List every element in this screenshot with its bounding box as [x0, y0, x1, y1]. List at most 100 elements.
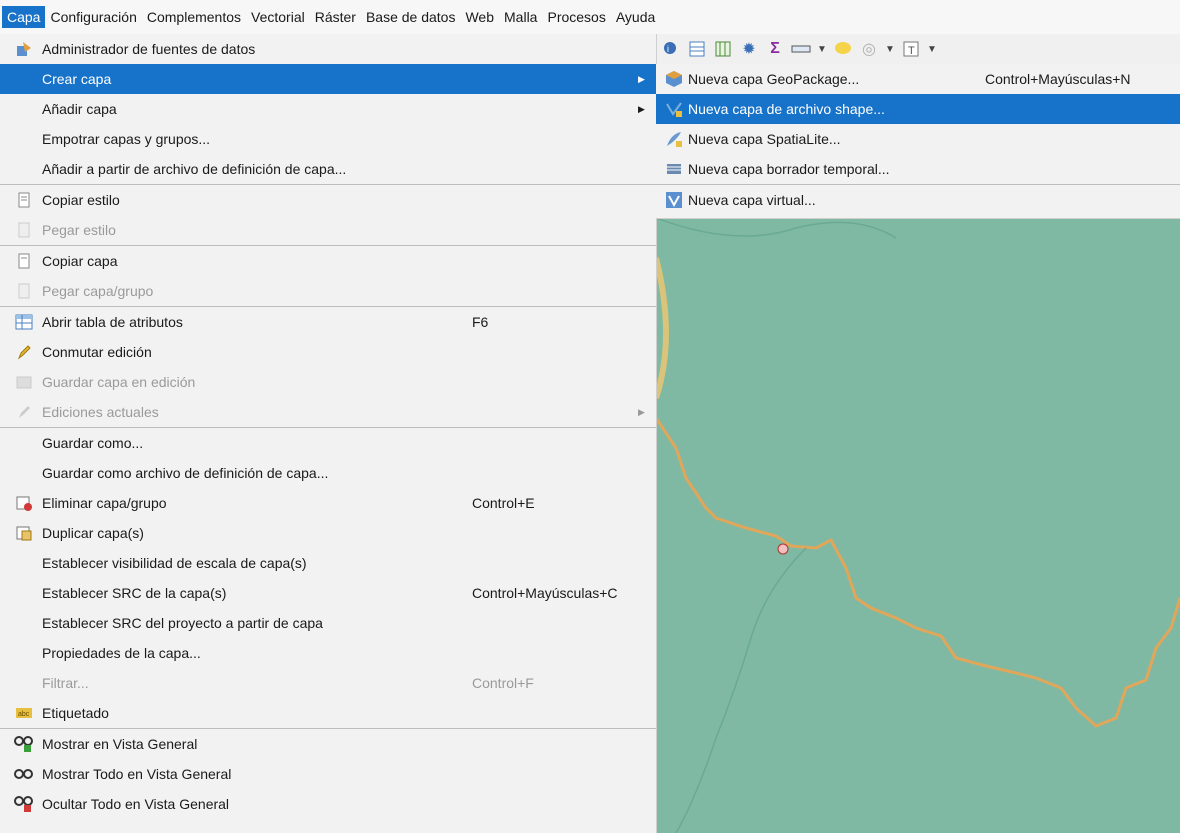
layer-menu: Administrador de fuentes de datos Crear …: [0, 34, 657, 833]
menu-item-label: Nueva capa borrador temporal...: [688, 161, 890, 177]
menu-item-conmutar-edicion[interactable]: Conmutar edición: [0, 337, 656, 367]
submenu-item-spatialite[interactable]: Nueva capa SpatiaLite...: [656, 124, 1180, 154]
measure-icon[interactable]: [790, 38, 812, 60]
chevron-down-icon[interactable]: ▼: [926, 38, 938, 60]
menu-item-label: Nueva capa virtual...: [688, 192, 816, 208]
overview-all-icon: [14, 764, 34, 784]
create-layer-submenu: Nueva capa GeoPackage... Control+Mayúscu…: [656, 64, 1180, 219]
chevron-down-icon[interactable]: ▼: [884, 38, 896, 60]
menu-item-label: Nueva capa de archivo shape...: [688, 101, 885, 117]
current-edits-icon: [14, 402, 34, 422]
menu-item-ocultar-todo-vista[interactable]: Ocultar Todo en Vista General: [0, 789, 656, 819]
menu-item-pegar-capa[interactable]: Pegar capa/grupo: [0, 276, 656, 306]
menu-item-pegar-estilo[interactable]: Pegar estilo: [0, 215, 656, 245]
menu-complementos[interactable]: Complementos: [142, 6, 246, 28]
chevron-down-icon[interactable]: ▼: [816, 38, 828, 60]
overview-show-icon: [14, 734, 34, 754]
menu-item-eliminar-capa[interactable]: Eliminar capa/grupo Control+E: [0, 488, 656, 518]
submenu-item-borrador-temporal[interactable]: Nueva capa borrador temporal...: [656, 154, 1180, 184]
svg-text:T: T: [908, 45, 915, 57]
copy-style-icon: [14, 190, 34, 210]
menu-bar: Capa Configuración Complementos Vectoria…: [0, 0, 1180, 34]
text-annotation-icon[interactable]: T: [900, 38, 922, 60]
menu-malla[interactable]: Malla: [499, 6, 542, 28]
labeling-icon: abc: [14, 703, 34, 723]
menu-raster[interactable]: Ráster: [310, 6, 361, 28]
save-edits-icon: [14, 372, 34, 392]
menu-item-mostrar-vista[interactable]: Mostrar en Vista General: [0, 729, 656, 759]
menu-base-de-datos[interactable]: Base de datos: [361, 6, 461, 28]
menu-item-guardar-como[interactable]: Guardar como...: [0, 428, 656, 458]
menu-item-visibilidad-escala[interactable]: Establecer visibilidad de escala de capa…: [0, 548, 656, 578]
svg-text:i: i: [667, 44, 669, 54]
menu-item-duplicar-capa[interactable]: Duplicar capa(s): [0, 518, 656, 548]
menu-item-abrir-tabla[interactable]: Abrir tabla de atributos F6: [0, 307, 656, 337]
zoom-icon[interactable]: ◎: [858, 38, 880, 60]
menu-item-label: Filtrar...: [42, 675, 89, 691]
menu-item-copiar-capa[interactable]: Copiar capa: [0, 246, 656, 276]
tooltip-icon[interactable]: [832, 38, 854, 60]
map-canvas[interactable]: [656, 218, 1180, 833]
sum-icon[interactable]: Σ: [764, 38, 786, 60]
menu-item-shortcut: Control+Mayúsculas+C: [472, 585, 618, 601]
menu-item-filtrar[interactable]: Filtrar... Control+F: [0, 668, 656, 698]
submenu-item-geopackage[interactable]: Nueva capa GeoPackage... Control+Mayúscu…: [656, 64, 1180, 94]
spatialite-icon: [664, 129, 684, 149]
menu-item-administrador-fuentes[interactable]: Administrador de fuentes de datos: [0, 34, 656, 64]
menu-vectorial[interactable]: Vectorial: [246, 6, 310, 28]
menu-item-empotrar[interactable]: Empotrar capas y grupos...: [0, 124, 656, 154]
menu-item-label: Guardar como archivo de definición de ca…: [42, 465, 329, 481]
menu-item-propiedades[interactable]: Propiedades de la capa...: [0, 638, 656, 668]
menu-item-label: Empotrar capas y grupos...: [42, 131, 211, 147]
menu-item-label: Administrador de fuentes de datos: [42, 41, 256, 57]
menu-procesos[interactable]: Procesos: [542, 6, 610, 28]
menu-item-label: Crear capa: [42, 71, 112, 87]
menu-item-guardar-edicion[interactable]: Guardar capa en edición: [0, 367, 656, 397]
menu-item-anadir-capa[interactable]: Añadir capa ▶: [0, 94, 656, 124]
remove-layer-icon: [14, 493, 34, 513]
identify-icon[interactable]: i: [660, 38, 682, 60]
menu-item-guardar-definicion[interactable]: Guardar como archivo de definición de ca…: [0, 458, 656, 488]
menu-configuracion[interactable]: Configuración: [45, 6, 141, 28]
duplicate-layer-icon: [14, 523, 34, 543]
menu-capa[interactable]: Capa: [2, 6, 46, 28]
virtual-layer-icon: [664, 190, 684, 210]
menu-item-label: Pegar capa/grupo: [42, 283, 154, 299]
menu-item-label: Establecer SRC del proyecto a partir de …: [42, 615, 323, 631]
menu-item-copiar-estilo[interactable]: Copiar estilo: [0, 185, 656, 215]
menu-item-shortcut: Control+Mayúsculas+N: [985, 71, 1131, 87]
pencil-icon: [14, 342, 34, 362]
menu-item-shortcut: Control+F: [472, 675, 534, 691]
menu-item-ediciones-actuales[interactable]: Ediciones actuales ▶: [0, 397, 656, 427]
menu-item-label: Duplicar capa(s): [42, 525, 144, 541]
gear-icon[interactable]: ✹: [738, 38, 760, 60]
menu-item-label: Mostrar Todo en Vista General: [42, 766, 232, 782]
scratch-layer-icon: [664, 159, 684, 179]
geopackage-icon: [664, 69, 684, 89]
menu-item-establecer-src-capa[interactable]: Establecer SRC de la capa(s) Control+May…: [0, 578, 656, 608]
submenu-arrow-icon: ▶: [638, 407, 645, 417]
menu-item-mostrar-todo-vista[interactable]: Mostrar Todo en Vista General: [0, 759, 656, 789]
menu-item-label: Copiar capa: [42, 253, 118, 269]
svg-text:abc: abc: [18, 711, 30, 718]
table-icon[interactable]: [686, 38, 708, 60]
menu-item-label: Guardar capa en edición: [42, 374, 196, 390]
menu-item-src-proyecto[interactable]: Establecer SRC del proyecto a partir de …: [0, 608, 656, 638]
menu-item-label: Nueva capa GeoPackage...: [688, 71, 860, 87]
menu-item-label: Abrir tabla de atributos: [42, 314, 183, 330]
menu-web[interactable]: Web: [460, 6, 499, 28]
menu-item-anadir-definicion[interactable]: Añadir a partir de archivo de definición…: [0, 154, 656, 184]
submenu-item-shapefile[interactable]: Nueva capa de archivo shape...: [656, 94, 1180, 124]
menu-item-label: Mostrar en Vista General: [42, 736, 198, 752]
menu-item-label: Eliminar capa/grupo: [42, 495, 167, 511]
menu-item-label: Propiedades de la capa...: [42, 645, 201, 661]
submenu-item-virtual[interactable]: Nueva capa virtual...: [656, 185, 1180, 215]
menu-item-label: Establecer visibilidad de escala de capa…: [42, 555, 307, 571]
menu-item-label: Copiar estilo: [42, 192, 120, 208]
grid-icon[interactable]: [712, 38, 734, 60]
menu-item-etiquetado[interactable]: abc Etiquetado: [0, 698, 656, 728]
menu-item-label: Establecer SRC de la capa(s): [42, 585, 227, 601]
menu-item-label: Etiquetado: [42, 705, 109, 721]
menu-ayuda[interactable]: Ayuda: [611, 6, 660, 28]
menu-item-crear-capa[interactable]: Crear capa ▶: [0, 64, 656, 94]
